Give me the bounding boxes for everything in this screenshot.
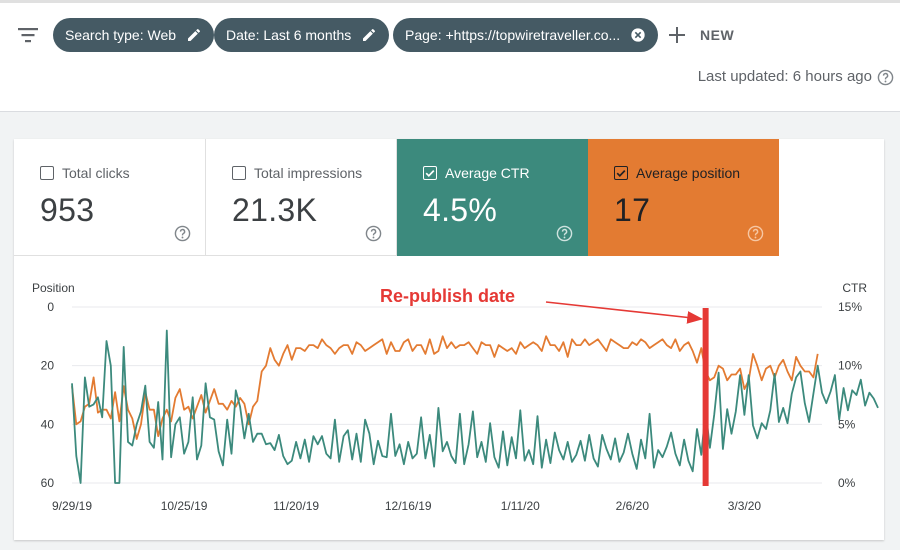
x-tick-label: 3/3/20 — [728, 499, 762, 513]
left-axis-title: Position — [32, 281, 75, 295]
x-tick-label: 12/16/19 — [385, 499, 432, 513]
chip-page[interactable]: Page: +https://topwiretraveller.co... — [393, 18, 659, 52]
metric-value: 17 — [614, 192, 651, 228]
edit-pencil-icon[interactable] — [186, 27, 202, 43]
edit-pencil-icon[interactable] — [361, 27, 377, 43]
filter-bar: Search type: Web Date: Last 6 months Pag… — [0, 0, 900, 112]
republish-arrow — [545, 301, 704, 324]
metric-value: 4.5% — [423, 192, 498, 228]
average-ctr-line — [71, 329, 879, 484]
remove-chip-icon[interactable] — [630, 27, 646, 43]
filter-icon[interactable] — [17, 26, 39, 44]
check-icon — [425, 169, 434, 177]
right-tick-label: 10% — [838, 359, 862, 373]
new-filter-button[interactable]: NEW — [668, 22, 734, 48]
metric-label: Total impressions — [254, 165, 363, 181]
x-tick-label: 2/6/20 — [616, 499, 650, 513]
last-updated-text: Last updated: 6 hours ago — [697, 68, 872, 85]
help-icon[interactable] — [365, 225, 382, 242]
left-tick-label: 0 — [47, 300, 54, 314]
left-tick-label: 20 — [41, 359, 55, 373]
metric-value: 953 — [40, 192, 95, 228]
chip-search-type[interactable]: Search type: Web — [53, 18, 215, 52]
metric-label: Total clicks — [62, 165, 130, 181]
plus-icon — [669, 27, 685, 43]
performance-chart: Position CTR 0 20 40 60 15% 10% 5% 0% 9/29/19 1… — [32, 281, 879, 513]
metric-checkbox[interactable] — [40, 166, 54, 180]
help-icon[interactable] — [747, 225, 764, 242]
x-tick-label: 11/20/19 — [273, 499, 319, 513]
metric-label: Average position — [636, 165, 741, 181]
metric-checkbox[interactable] — [232, 166, 246, 180]
help-icon[interactable] — [877, 69, 894, 86]
metric-checkbox-checked[interactable] — [423, 166, 437, 180]
metric-checkbox-checked[interactable] — [614, 166, 628, 180]
chip-label: Page: +https://topwiretraveller.co... — [405, 27, 621, 43]
chip-label: Search type: Web — [65, 27, 177, 43]
help-icon[interactable] — [556, 225, 573, 242]
right-tick-label: 5% — [838, 417, 856, 431]
metric-value: 21.3K — [232, 192, 318, 228]
metric-label: Average CTR — [445, 165, 530, 181]
chip-date[interactable]: Date: Last 6 months — [214, 18, 390, 52]
left-tick-label: 60 — [41, 476, 55, 490]
metric-average-ctr[interactable]: Average CTR 4.5% — [397, 139, 588, 256]
republish-marker-line — [702, 308, 709, 486]
chip-label: Date: Last 6 months — [226, 27, 352, 43]
republish-annotation: Re-publish date — [380, 286, 515, 306]
metric-average-position[interactable]: Average position 17 — [588, 139, 779, 256]
right-axis-title: CTR — [842, 281, 867, 295]
x-tick-label: 10/25/19 — [161, 499, 208, 513]
performance-card: Total clicks 953 Total impressions 21.3K… — [14, 139, 884, 540]
left-tick-label: 40 — [41, 417, 55, 431]
x-tick-label: 9/29/19 — [52, 499, 92, 513]
right-tick-label: 15% — [838, 300, 862, 314]
help-icon[interactable] — [174, 225, 191, 242]
new-filter-label: NEW — [700, 27, 735, 43]
metric-total-impressions[interactable]: Total impressions 21.3K — [206, 139, 397, 256]
check-icon — [616, 169, 625, 177]
x-tick-label: 1/11/20 — [501, 499, 540, 513]
metric-total-clicks[interactable]: Total clicks 953 — [14, 139, 206, 256]
top-divider — [0, 0, 900, 3]
right-tick-label: 0% — [838, 476, 856, 490]
